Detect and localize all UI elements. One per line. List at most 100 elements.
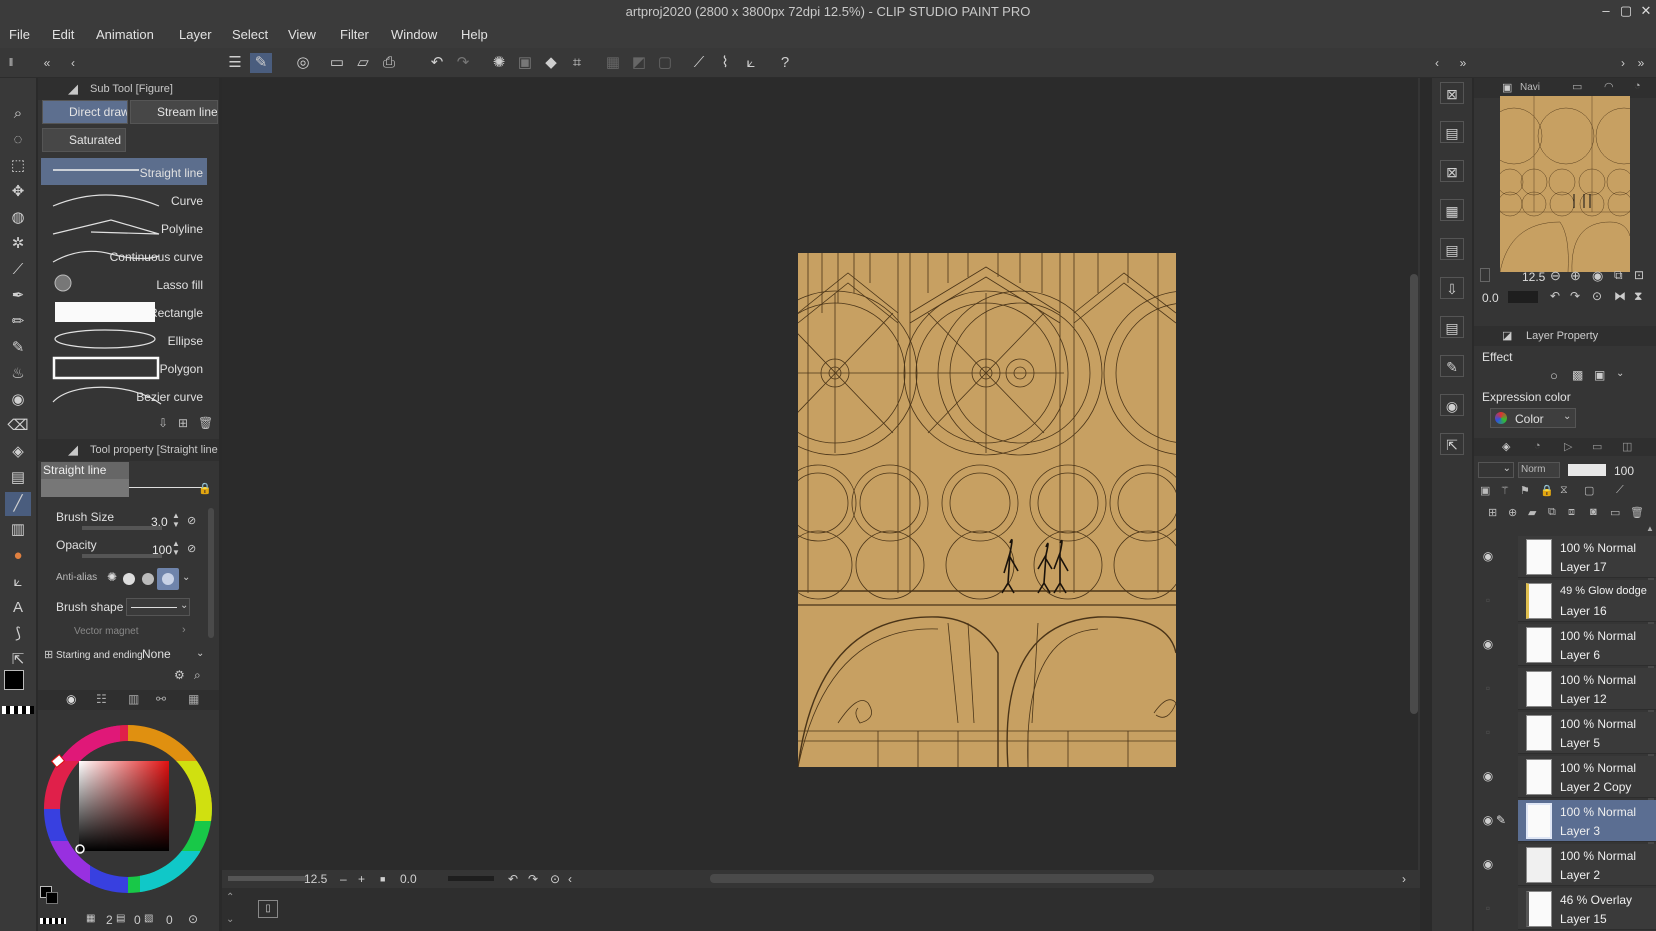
nav-rotation-value[interactable]: 0.0 xyxy=(1482,291,1499,305)
opacity-value[interactable]: 100 xyxy=(152,543,172,557)
chevron-up-icon[interactable]: ⌃ xyxy=(226,892,234,903)
download-icon[interactable]: ⇩ xyxy=(1440,277,1464,299)
navigator-label[interactable]: Navi xyxy=(1520,82,1540,93)
chevron-left-icon[interactable]: ‹ xyxy=(568,872,572,886)
eye-icon[interactable]: ◉ xyxy=(1478,857,1498,873)
blend-mode-select[interactable]: Norm xyxy=(1518,462,1560,478)
transfer-icon[interactable]: ▭ xyxy=(1610,506,1620,519)
grid-icon[interactable]: ▢ xyxy=(654,53,676,73)
color-history-tab-icon[interactable]: ⚯ xyxy=(156,692,166,706)
ruler-icon[interactable]: ⟀ xyxy=(5,570,31,594)
new-icon[interactable]: ▭ xyxy=(326,53,348,73)
subtool-polyline[interactable]: Polyline xyxy=(41,214,207,241)
search-layer-icon[interactable]: ◠ xyxy=(1604,80,1614,93)
mask-icon[interactable]: ▢ xyxy=(1584,484,1594,497)
antialias-weak[interactable] xyxy=(123,573,135,585)
blend-icon[interactable]: ◉ xyxy=(5,388,31,412)
lock-icon[interactable]: 🔒 xyxy=(198,482,212,495)
gradient-icon[interactable]: ▤ xyxy=(5,466,31,490)
antialias-medium[interactable] xyxy=(142,573,154,585)
zoom-out-icon[interactable]: – xyxy=(340,872,347,886)
zoom-in-icon[interactable]: + xyxy=(358,872,365,886)
settings-icon[interactable]: ⊙ xyxy=(188,912,198,926)
subtool-straight-line[interactable]: Straight line xyxy=(41,158,207,185)
subtool-curve[interactable]: Curve xyxy=(41,186,207,213)
move-icon[interactable]: ✥ xyxy=(5,180,31,204)
eraser-icon[interactable]: ⌫ xyxy=(5,414,31,438)
canvas-artwork[interactable] xyxy=(798,253,1176,767)
help-icon[interactable]: ? xyxy=(774,53,796,73)
main-sub-color-icon[interactable] xyxy=(40,886,60,906)
rotate-icon[interactable]: ◍ xyxy=(5,206,31,230)
eye-hidden-icon[interactable]: ▫ xyxy=(1478,901,1498,917)
selection-icon[interactable]: ▣ xyxy=(514,53,536,73)
lock-transparency-icon[interactable]: ⧖ xyxy=(1560,484,1568,497)
delete-subtool-icon[interactable]: 🗑 xyxy=(198,416,213,430)
layer-row[interactable]: 100 % Normal Layer 12 xyxy=(1518,668,1656,710)
operation-icon[interactable]: ⇱ xyxy=(5,648,31,672)
brush-size-slider[interactable] xyxy=(82,526,162,530)
magic-wand-icon[interactable]: ✲ xyxy=(5,232,31,256)
item-bank-tab-icon[interactable]: ◫ xyxy=(1622,440,1632,453)
animation-tab-icon[interactable]: ▭ xyxy=(1592,440,1602,453)
vertical-scrollbar[interactable] xyxy=(1418,78,1420,870)
brush-size-value[interactable]: 3.0 xyxy=(151,515,168,529)
panel-collapse-icon[interactable]: ‖ xyxy=(0,53,22,73)
eyedropper-icon[interactable]: ⟋ xyxy=(5,258,31,282)
layer-opacity-value[interactable]: 100 xyxy=(1614,464,1634,478)
border-effect-icon[interactable]: ○ xyxy=(1550,368,1558,383)
pressure-icon[interactable]: ⊘ xyxy=(187,514,196,527)
brush-icon[interactable]: ⟀ xyxy=(740,53,762,73)
flip-horizontal-icon[interactable]: ⧓ xyxy=(1614,289,1626,303)
brush-icon[interactable]: ✎ xyxy=(5,336,31,360)
chevron-left-icon[interactable]: ‹ xyxy=(1426,53,1448,73)
maximize-icon[interactable]: ▢ xyxy=(1616,1,1636,21)
menu-icon[interactable]: ☰ xyxy=(224,53,246,73)
figure-icon[interactable]: ╱ xyxy=(5,492,31,516)
toolprop-scrollbar[interactable] xyxy=(208,508,214,638)
airbrush-icon[interactable]: ♨ xyxy=(5,362,31,386)
rotation-slider[interactable] xyxy=(448,876,494,881)
menu-edit[interactable]: Edit xyxy=(52,27,74,42)
canvas-rotation-value[interactable]: 0.0 xyxy=(400,872,417,886)
expression-color-select[interactable]: Color ⌄ xyxy=(1490,408,1576,428)
start-end-select[interactable]: None xyxy=(136,646,192,663)
subtool-lasso-fill[interactable]: Lasso fill xyxy=(41,270,207,297)
material-close-icon[interactable]: ⊠ xyxy=(1440,160,1464,182)
pressure-icon[interactable]: ⊘ xyxy=(187,542,196,555)
edit-icon[interactable]: ✎ xyxy=(1440,355,1464,377)
transparent-chip[interactable] xyxy=(2,706,34,714)
history-tab-icon[interactable]: ◔ xyxy=(1534,440,1541,452)
navigator-preview[interactable] xyxy=(1500,96,1630,272)
clip-icon[interactable]: ⚚ xyxy=(1500,484,1510,497)
layer-row[interactable]: 100 % Normal Layer 17 xyxy=(1518,536,1656,578)
layer-row[interactable]: 46 % Overlay Layer 15 xyxy=(1518,888,1656,930)
menu-select[interactable]: Select xyxy=(232,27,268,42)
chevron-right-icon[interactable]: › xyxy=(1402,872,1406,886)
material-icon[interactable]: ▦ xyxy=(1440,199,1464,221)
actual-size-icon[interactable]: ⧉ xyxy=(1614,268,1623,283)
new-folder-icon[interactable]: ▰ xyxy=(1528,506,1536,519)
menu-view[interactable]: View xyxy=(288,27,316,42)
layer-row[interactable]: 100 % Normal Layer 2 xyxy=(1518,844,1656,886)
info-icon[interactable]: ◔ xyxy=(1634,80,1641,92)
balloon-icon[interactable]: ⟆ xyxy=(5,622,31,646)
nav-zoom-slider[interactable] xyxy=(1480,268,1490,282)
pen-icon[interactable]: ✒ xyxy=(5,284,31,308)
eye-hidden-icon[interactable]: ▫ xyxy=(1478,593,1498,609)
material-close-icon[interactable]: ⊠ xyxy=(1440,82,1464,104)
search-icon[interactable]: ⌕ xyxy=(194,668,201,683)
chevron-down-icon[interactable]: ⌄ xyxy=(182,572,190,583)
layer-opacity-slider[interactable] xyxy=(1568,464,1606,476)
eye-hidden-icon[interactable]: ▫ xyxy=(1478,681,1498,697)
color-slider-tab-icon[interactable]: ▥ xyxy=(128,692,139,706)
flip-vertical-icon[interactable]: ⧗ xyxy=(1634,289,1642,304)
undo-icon[interactable]: ↶ xyxy=(426,53,448,73)
grid-icon[interactable]: ◩ xyxy=(628,53,650,73)
layer-row[interactable]: 100 % Normal Layer 2 Copy xyxy=(1518,756,1656,798)
opacity-slider[interactable] xyxy=(82,554,162,558)
rotate-right-icon[interactable]: ↷ xyxy=(528,872,538,886)
menu-animation[interactable]: Animation xyxy=(96,27,154,42)
brush-size-spin-icon[interactable]: ▲ ▼ xyxy=(172,511,180,529)
merge-down-icon[interactable]: ⧈ xyxy=(1568,506,1575,519)
